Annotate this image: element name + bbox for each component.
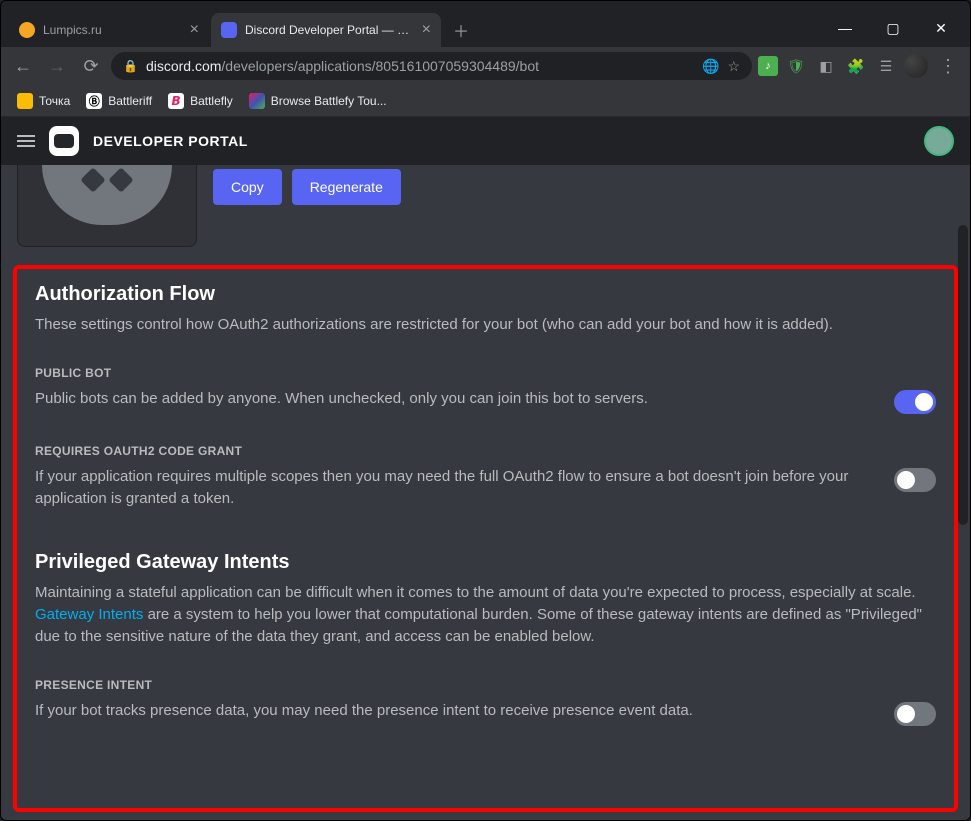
profile-avatar[interactable] <box>904 54 928 78</box>
close-button[interactable]: ✕ <box>918 13 964 43</box>
discord-logo-icon <box>49 126 79 156</box>
highlighted-settings: Authorization Flow These settings contro… <box>13 265 958 812</box>
bookmark-item[interactable]: Browse Battlefy Tou... <box>243 89 393 113</box>
bookmark-label: Browse Battlefy Tou... <box>271 94 387 108</box>
bookmark-icon: 𝘽 <box>168 93 184 109</box>
bookmark-item[interactable]: Точка <box>11 89 76 113</box>
forward-button[interactable]: → <box>43 52 71 80</box>
translate-icon[interactable]: 🌐 <box>702 58 719 75</box>
presence-intent-toggle[interactable] <box>894 702 936 726</box>
extension-icon[interactable]: ♪ <box>758 56 778 76</box>
auth-flow-heading: Authorization Flow <box>35 283 936 306</box>
close-icon[interactable]: × <box>422 22 431 38</box>
bookmark-icon <box>249 93 265 109</box>
content: Copy Regenerate Authorization Flow These… <box>1 165 970 820</box>
shield-icon[interactable]: 🛡 <box>784 54 808 78</box>
tab-title: Lumpics.ru <box>43 23 182 37</box>
bot-token-row: Copy Regenerate <box>9 165 962 247</box>
extension-icon[interactable]: ◧ <box>814 54 838 78</box>
address-bar-row: ← → ⟳ 🔒 discord.com/developers/applicati… <box>1 47 970 85</box>
reload-button[interactable]: ⟳ <box>77 52 105 80</box>
scrollbar[interactable] <box>958 225 968 525</box>
regenerate-button[interactable]: Regenerate <box>292 169 401 205</box>
bot-icon-card <box>17 165 197 247</box>
favicon-icon <box>221 22 237 38</box>
tab-strip: Lumpics.ru × Discord Developer Portal — … <box>1 11 816 47</box>
bookmark-item[interactable]: Ⓑ Battleriff <box>80 89 158 113</box>
maximize-button[interactable]: ▢ <box>870 13 916 43</box>
extensions-button[interactable]: 🧩 <box>844 54 868 78</box>
bookmarks-bar: Точка Ⓑ Battleriff 𝘽 Battlefly Browse Batt… <box>1 85 970 117</box>
dp-title: DEVELOPER PORTAL <box>93 133 248 149</box>
back-button[interactable]: ← <box>9 52 37 80</box>
close-icon[interactable]: × <box>190 22 199 38</box>
bookmark-label: Battleriff <box>108 94 152 108</box>
tab-lumpics[interactable]: Lumpics.ru × <box>9 13 209 47</box>
presence-intent-desc: If your bot tracks presence data, you ma… <box>35 700 874 722</box>
bookmark-item[interactable]: 𝘽 Battlefly <box>162 89 239 113</box>
star-icon[interactable]: ☆ <box>727 58 740 75</box>
bookmark-label: Battlefly <box>190 94 233 108</box>
bookmark-icon <box>17 93 33 109</box>
dp-header: DEVELOPER PORTAL <box>1 117 970 165</box>
window-controls: — ▢ ✕ <box>816 9 970 47</box>
oauth-grant-label: REQUIRES OAUTH2 CODE GRANT <box>35 444 936 458</box>
user-avatar[interactable] <box>924 126 954 156</box>
oauth-grant-toggle[interactable] <box>894 468 936 492</box>
intents-desc: Maintaining a stateful application can b… <box>35 582 936 647</box>
hamburger-icon[interactable] <box>17 132 35 150</box>
auth-flow-desc: These settings control how OAuth2 author… <box>35 314 936 336</box>
presence-intent-label: PRESENCE INTENT <box>35 678 936 692</box>
bookmark-label: Точка <box>39 94 70 108</box>
lock-icon: 🔒 <box>123 59 138 73</box>
oauth-grant-desc: If your application requires multiple sc… <box>35 466 874 510</box>
menu-button[interactable]: ⋮ <box>934 52 962 80</box>
reading-list-icon[interactable]: ☰ <box>874 54 898 78</box>
public-bot-label: PUBLIC BOT <box>35 366 936 380</box>
tab-discord-dev[interactable]: Discord Developer Portal — My A × <box>211 13 441 47</box>
intents-heading: Privileged Gateway Intents <box>35 551 936 574</box>
browser-window: Lumpics.ru × Discord Developer Portal — … <box>0 0 971 821</box>
new-tab-button[interactable]: ＋ <box>447 16 475 44</box>
copy-button[interactable]: Copy <box>213 169 282 205</box>
bot-icon <box>42 165 172 225</box>
minimize-button[interactable]: — <box>822 13 868 43</box>
public-bot-desc: Public bots can be added by anyone. When… <box>35 388 874 410</box>
url-text: discord.com/developers/applications/8051… <box>146 58 694 74</box>
tab-title: Discord Developer Portal — My A <box>245 23 414 37</box>
bookmark-icon: Ⓑ <box>86 93 102 109</box>
public-bot-toggle[interactable] <box>894 390 936 414</box>
favicon-icon <box>19 22 35 38</box>
gateway-intents-link[interactable]: Gateway Intents <box>35 606 143 623</box>
url-bar[interactable]: 🔒 discord.com/developers/applications/80… <box>111 52 752 80</box>
